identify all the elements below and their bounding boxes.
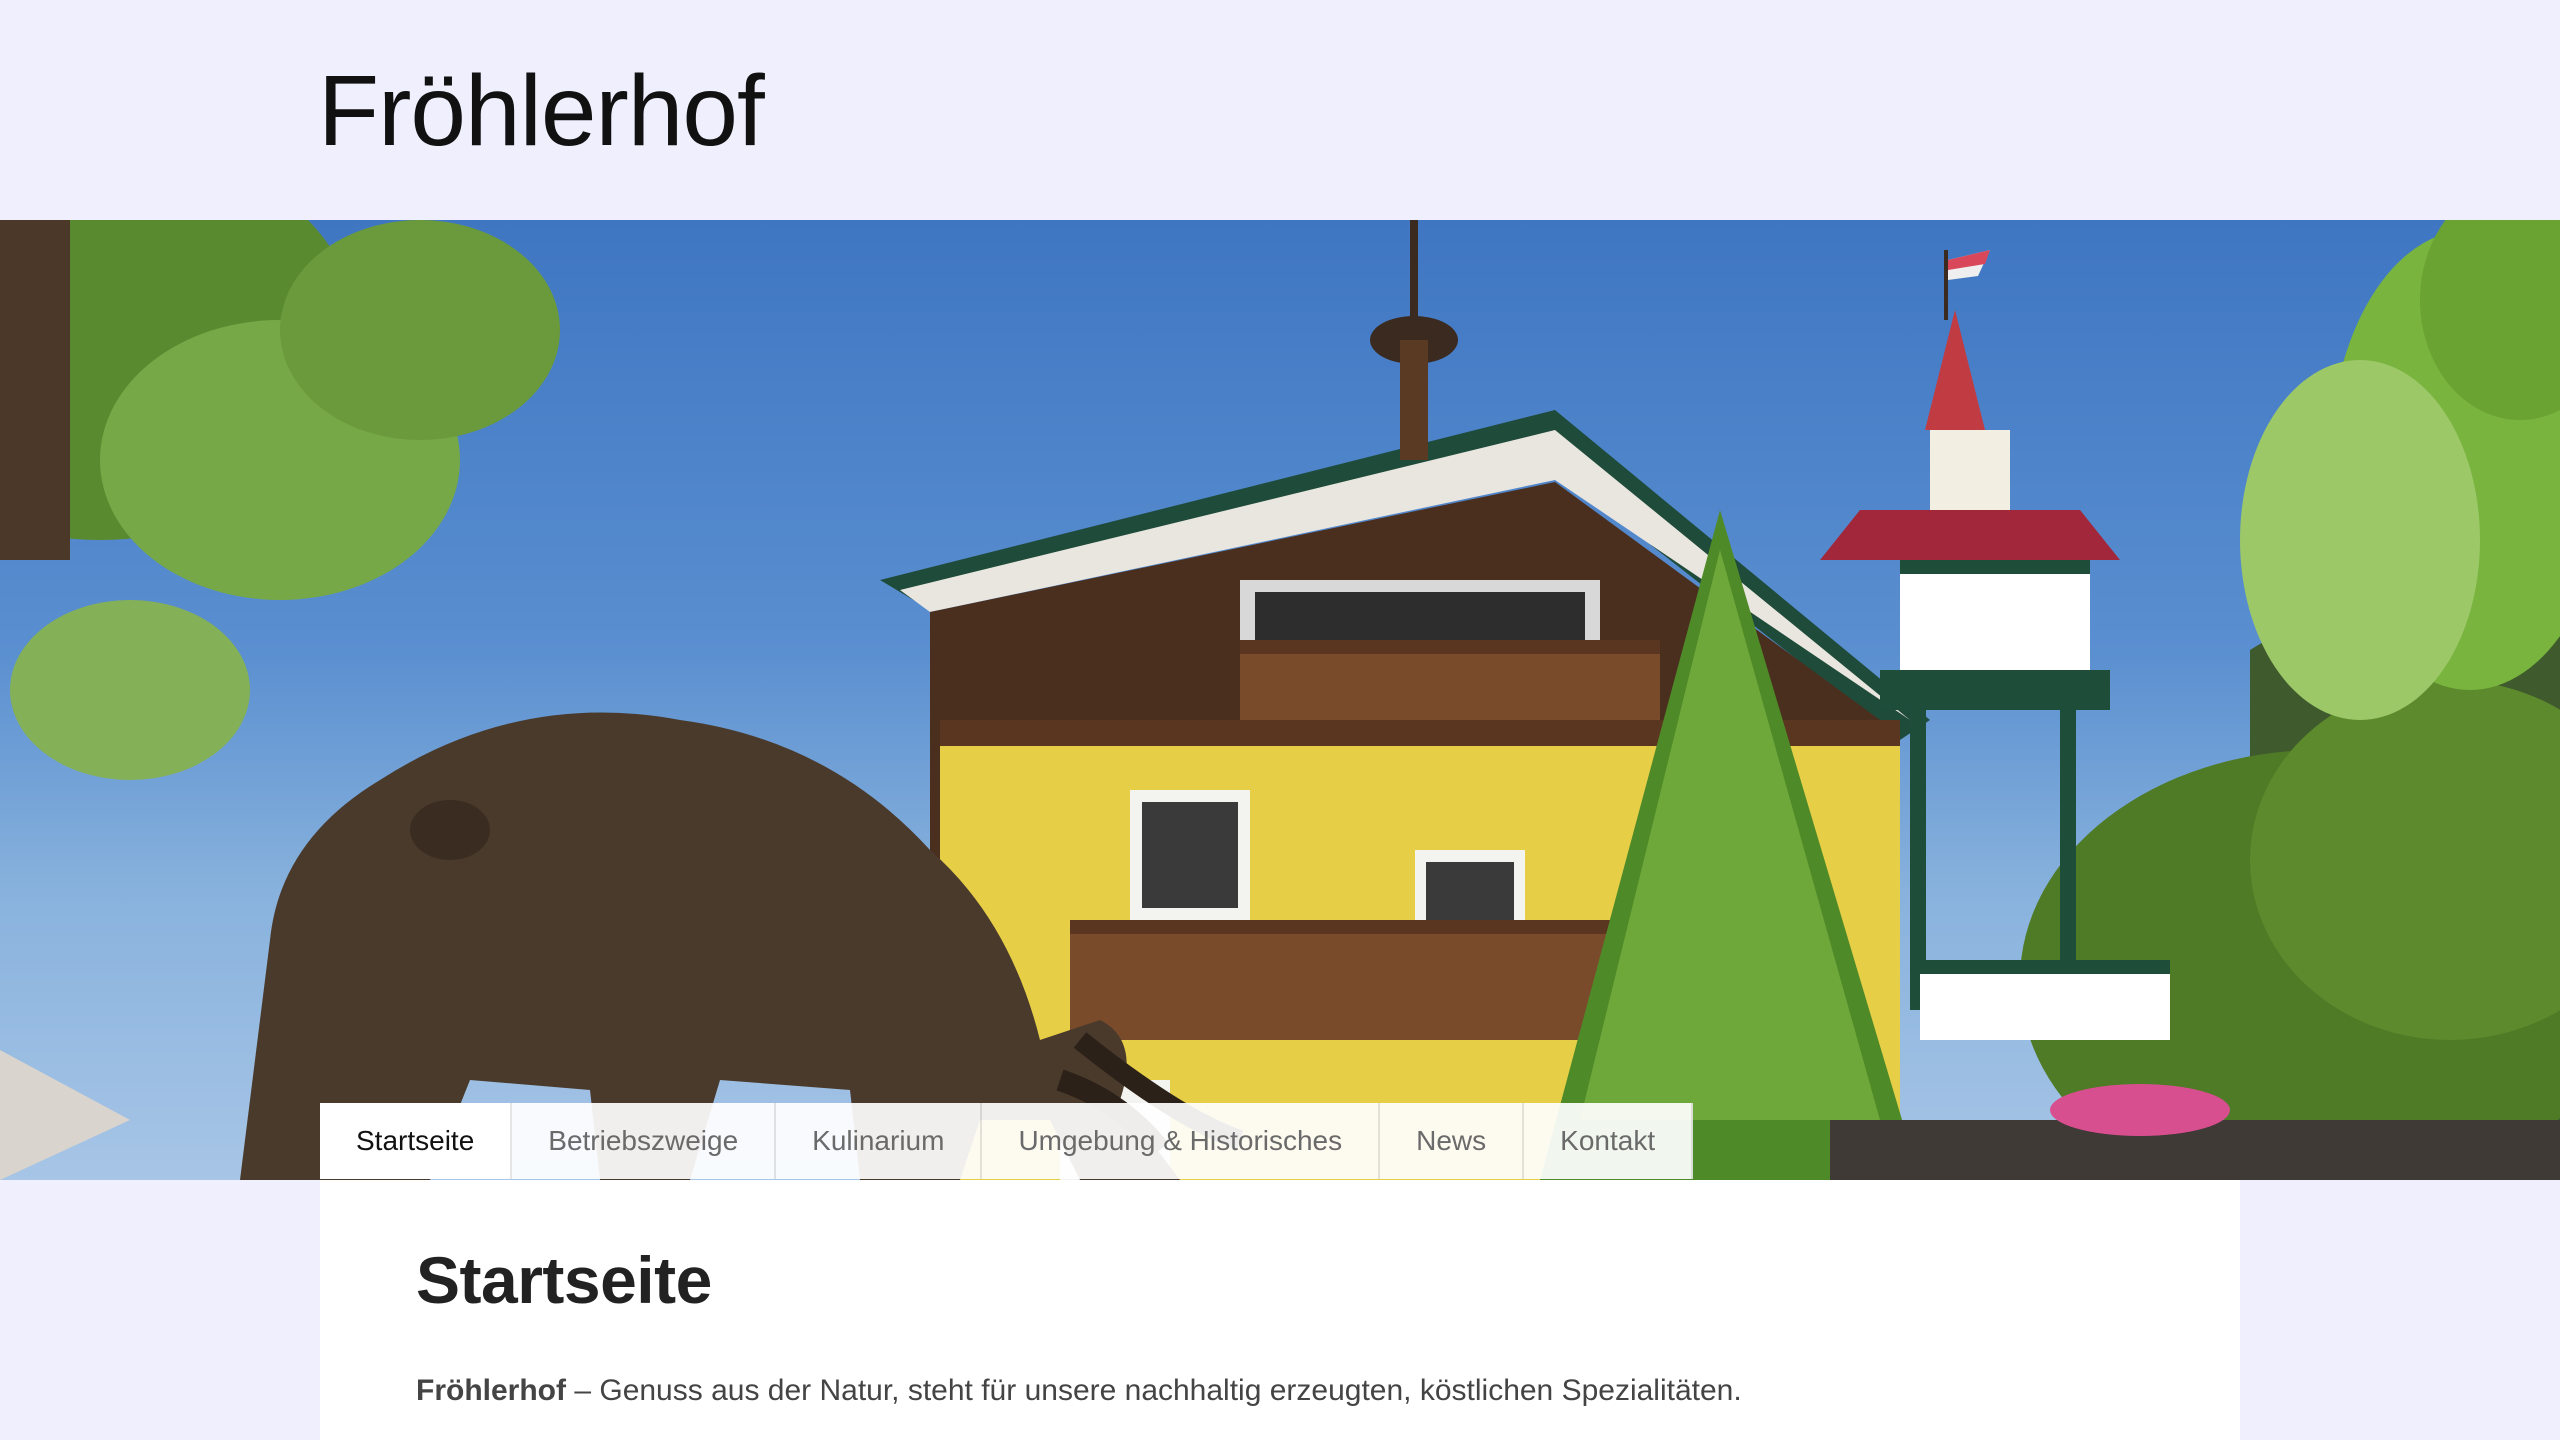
intro-text: – Genuss aus der Natur, steht für unsere… — [566, 1374, 1742, 1407]
intro-bold: Fröhlerhof — [416, 1374, 566, 1407]
site-title-link[interactable]: Fröhlerhof — [318, 56, 765, 166]
site-header: Fröhlerhof — [0, 0, 2560, 220]
nav-item-betriebszweige[interactable]: Betriebszweige — [512, 1103, 777, 1179]
nav-item-startseite[interactable]: Startseite — [320, 1103, 513, 1179]
nav-item-kulinarium[interactable]: Kulinarium — [776, 1103, 983, 1179]
intro-paragraph: Fröhlerhof – Genuss aus der Natur, steht… — [416, 1374, 1742, 1408]
nav-item-news[interactable]: News — [1380, 1103, 1525, 1179]
main-navigation: Startseite Betriebszweige Kulinarium Umg… — [320, 1103, 1694, 1179]
page-heading: Startseite — [416, 1243, 712, 1317]
nav-item-umgebung-historisches[interactable]: Umgebung & Historisches — [982, 1103, 1381, 1179]
main-content: Startseite Fröhlerhof – Genuss aus der N… — [320, 1180, 2240, 1440]
hero-image — [0, 220, 2560, 1180]
nav-item-kontakt[interactable]: Kontakt — [1524, 1103, 1694, 1179]
hero-slider — [0, 220, 2560, 1180]
